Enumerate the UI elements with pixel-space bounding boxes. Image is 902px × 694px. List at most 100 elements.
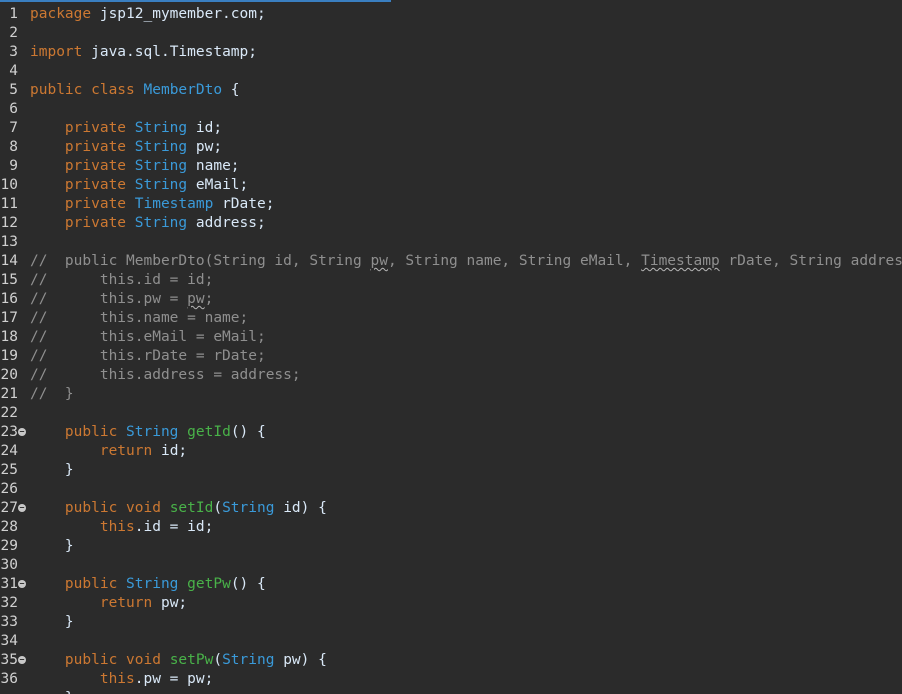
line-number: 12: [0, 215, 18, 231]
code-text[interactable]: return pw;: [30, 594, 187, 613]
code-line[interactable]: 6: [0, 100, 902, 119]
code-text[interactable]: import java.sql.Timestamp;: [30, 43, 257, 62]
code-text[interactable]: // public MemberDto(String id, String pw…: [30, 252, 902, 271]
code-text[interactable]: package jsp12_mymember.com;: [30, 5, 266, 24]
code-text[interactable]: public void setId(String id) {: [30, 499, 327, 518]
code-text[interactable]: public String getId() {: [30, 423, 266, 442]
code-text[interactable]: }: [30, 689, 74, 694]
code-token: () {: [230, 576, 266, 592]
code-line[interactable]: 2: [0, 24, 902, 43]
code-line[interactable]: 26: [0, 480, 902, 499]
code-text[interactable]: this.id = id;: [30, 518, 214, 537]
code-token: setPw: [169, 652, 214, 668]
code-line[interactable]: 28 this.id = id;: [0, 518, 902, 537]
code-line[interactable]: 17 // this.name = name;: [0, 309, 902, 328]
code-token: id;: [187, 120, 223, 136]
code-text[interactable]: // this.address = address;: [30, 366, 301, 385]
code-token-warning: Timestamp: [641, 253, 720, 269]
code-token: pw;: [152, 595, 188, 611]
code-token: String: [134, 139, 188, 155]
code-text[interactable]: private String address;: [30, 214, 266, 233]
code-text[interactable]: public class MemberDto {: [30, 81, 240, 100]
code-text[interactable]: public void setPw(String pw) {: [30, 651, 327, 670]
code-token: private: [64, 196, 135, 212]
code-text[interactable]: // this.rDate = rDate;: [30, 347, 266, 366]
code-line[interactable]: 30: [0, 556, 902, 575]
minus-circle-icon[interactable]: −: [18, 428, 26, 436]
code-text[interactable]: public String getPw() {: [30, 575, 266, 594]
line-number: 30: [0, 557, 18, 573]
code-line[interactable]: 8 private String pw;: [0, 138, 902, 157]
code-line[interactable]: 27− public void setId(String id) {: [0, 499, 902, 518]
code-line[interactable]: 12 private String address;: [0, 214, 902, 233]
code-line[interactable]: 15 // this.id = id;: [0, 271, 902, 290]
code-text[interactable]: // this.name = name;: [30, 309, 248, 328]
code-line[interactable]: 29 }: [0, 537, 902, 556]
code-line[interactable]: 21 // }: [0, 385, 902, 404]
code-line[interactable]: 19 // this.rDate = rDate;: [0, 347, 902, 366]
code-line[interactable]: 13: [0, 233, 902, 252]
code-text[interactable]: this.pw = pw;: [30, 670, 214, 689]
code-text[interactable]: // this.id = id;: [30, 271, 213, 290]
line-number: 17: [0, 310, 18, 326]
code-text[interactable]: private Timestamp rDate;: [30, 195, 275, 214]
code-line[interactable]: 31− public String getPw() {: [0, 575, 902, 594]
code-line[interactable]: 35− public void setPw(String pw) {: [0, 651, 902, 670]
line-number: 26: [0, 481, 18, 497]
code-line[interactable]: 23− public String getId() {: [0, 423, 902, 442]
code-text[interactable]: private String name;: [30, 157, 240, 176]
code-line[interactable]: 34: [0, 632, 902, 651]
code-line[interactable]: 22: [0, 404, 902, 423]
code-token: String: [126, 576, 179, 592]
code-text[interactable]: private String pw;: [30, 138, 222, 157]
code-text[interactable]: return id;: [30, 442, 187, 461]
code-text[interactable]: // this.pw = pw;: [30, 290, 213, 309]
line-number: 6: [9, 101, 18, 117]
code-line[interactable]: 3 import java.sql.Timestamp;: [0, 43, 902, 62]
code-text[interactable]: // }: [30, 385, 74, 404]
code-text[interactable]: private String id;: [30, 119, 222, 138]
code-text[interactable]: }: [30, 537, 74, 556]
code-line[interactable]: 11 private Timestamp rDate;: [0, 195, 902, 214]
minus-circle-icon[interactable]: −: [18, 580, 26, 588]
code-line[interactable]: 36 this.pw = pw;: [0, 670, 902, 689]
line-number: 3: [9, 44, 18, 60]
code-editor[interactable]: 1 package jsp12_mymember.com; 2 3 import jav…: [0, 0, 902, 694]
code-token: }: [30, 538, 74, 554]
code-token: , String name, String eMail,: [387, 253, 642, 269]
code-line[interactable]: 4: [0, 62, 902, 81]
code-text[interactable]: }: [30, 461, 74, 480]
code-line[interactable]: 14 // public MemberDto(String id, String …: [0, 252, 902, 271]
code-line[interactable]: 16 // this.pw = pw;: [0, 290, 902, 309]
code-token: private: [64, 139, 135, 155]
code-line[interactable]: 9 private String name;: [0, 157, 902, 176]
code-line[interactable]: 33 }: [0, 613, 902, 632]
line-number: 7: [9, 120, 18, 136]
code-line[interactable]: 10 private String eMail;: [0, 176, 902, 195]
code-line[interactable]: 1 package jsp12_mymember.com;: [0, 5, 902, 24]
code-text[interactable]: // this.eMail = eMail;: [30, 328, 266, 347]
code-line[interactable]: 24 return id;: [0, 442, 902, 461]
code-token: // this.rDate = rDate;: [30, 348, 266, 364]
minus-circle-icon[interactable]: −: [18, 656, 26, 664]
code-token-warning: pw: [187, 291, 205, 307]
code-token: String: [134, 120, 188, 136]
line-number: 10: [0, 177, 18, 193]
code-text[interactable]: }: [30, 613, 74, 632]
code-line[interactable]: }: [0, 689, 902, 694]
code-line[interactable]: 20 // this.address = address;: [0, 366, 902, 385]
code-line[interactable]: 5 public class MemberDto {: [0, 81, 902, 100]
code-token: // this.id = id;: [30, 272, 214, 288]
code-line[interactable]: 7 private String id;: [0, 119, 902, 138]
line-number: 14: [0, 253, 18, 269]
code-line[interactable]: 18 // this.eMail = eMail;: [0, 328, 902, 347]
code-line[interactable]: 25 }: [0, 461, 902, 480]
code-line[interactable]: 32 return pw;: [0, 594, 902, 613]
code-text[interactable]: private String eMail;: [30, 176, 248, 195]
minus-circle-icon[interactable]: −: [18, 504, 26, 512]
line-number: 28: [0, 519, 18, 535]
